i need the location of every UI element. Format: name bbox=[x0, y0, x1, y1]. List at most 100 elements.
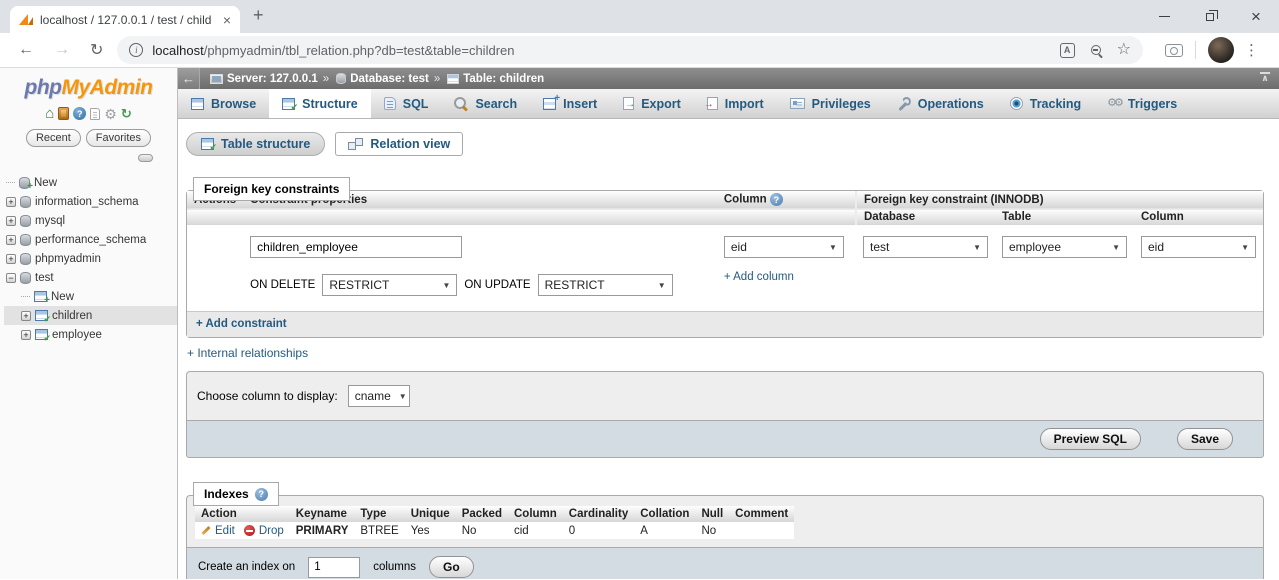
idx-header-keyname: Keyname bbox=[290, 506, 355, 522]
tab-search[interactable]: Search bbox=[441, 89, 530, 118]
browser-tab-strip: localhost / 127.0.0.1 / test / child × +… bbox=[0, 0, 1279, 33]
fk-column-select[interactable]: eid bbox=[1141, 236, 1256, 258]
tab-tracking[interactable]: Tracking bbox=[997, 89, 1094, 118]
tab-privileges[interactable]: Privileges bbox=[777, 89, 884, 118]
reload-button[interactable]: ↻ bbox=[90, 40, 103, 60]
index-columns-count-input[interactable] bbox=[308, 557, 360, 578]
expand-icon[interactable]: + bbox=[21, 330, 31, 340]
site-info-icon[interactable]: i bbox=[129, 43, 143, 57]
pma-logo[interactable]: phpMyAdmin bbox=[0, 68, 177, 100]
table-structure-button[interactable]: Table structure bbox=[186, 132, 325, 156]
constraint-name-input[interactable] bbox=[250, 236, 462, 258]
logout-icon[interactable] bbox=[58, 107, 69, 120]
tree-item-phpmyadmin[interactable]: + phpmyadmin bbox=[4, 249, 177, 268]
help-icon[interactable]: ? bbox=[255, 488, 268, 501]
breadcrumb-database[interactable]: Database: test bbox=[350, 73, 429, 85]
docs-icon[interactable] bbox=[90, 108, 100, 120]
breadcrumb-back-icon[interactable]: ← bbox=[178, 68, 200, 89]
collapse-panel-icon[interactable]: ∧ bbox=[1260, 72, 1270, 82]
display-column-label: Choose column to display: bbox=[197, 389, 338, 403]
add-column-link[interactable]: + Add column bbox=[724, 271, 849, 283]
on-update-select[interactable]: RESTRICT bbox=[538, 274, 673, 296]
help-icon[interactable]: ? bbox=[770, 193, 783, 206]
tab-export[interactable]: Export bbox=[610, 89, 694, 118]
triggers-gears-icon: ⚙⚙ bbox=[1107, 98, 1121, 109]
pma-main: ← Server: 127.0.0.1 » Database: test » T… bbox=[178, 68, 1279, 579]
tab-close-icon[interactable]: × bbox=[223, 12, 231, 28]
address-bar[interactable]: i localhost/phpmyadmin/tbl_relation.php?… bbox=[117, 36, 1143, 64]
tree-item-mysql[interactable]: + mysql bbox=[4, 211, 177, 230]
tree-item-test[interactable]: − test bbox=[4, 268, 177, 287]
tree-item-children[interactable]: + children bbox=[4, 306, 177, 325]
expand-icon[interactable]: + bbox=[6, 197, 16, 207]
url-path: /phpmyadmin/tbl_relation.php?db=test&tab… bbox=[204, 43, 515, 58]
back-button[interactable]: ← bbox=[18, 41, 34, 59]
add-constraint-link[interactable]: + Add constraint bbox=[196, 318, 287, 330]
display-column-select[interactable]: cname bbox=[348, 385, 410, 407]
internal-relationships-link[interactable]: + Internal relationships bbox=[187, 346, 1264, 360]
tree-item-employee[interactable]: + employee bbox=[4, 325, 177, 344]
breadcrumb-table[interactable]: Table: children bbox=[463, 73, 544, 85]
forward-button[interactable]: → bbox=[54, 41, 70, 59]
expand-icon[interactable]: + bbox=[6, 235, 16, 245]
minimize-button[interactable] bbox=[1141, 0, 1187, 33]
new-database-icon bbox=[19, 177, 30, 189]
expand-icon[interactable]: + bbox=[21, 311, 31, 321]
save-button[interactable]: Save bbox=[1177, 428, 1233, 450]
collapse-icon[interactable]: − bbox=[6, 273, 16, 283]
breadcrumb-server[interactable]: Server: 127.0.0.1 bbox=[227, 73, 318, 85]
tab-browse[interactable]: Browse bbox=[178, 89, 269, 118]
server-icon bbox=[210, 74, 223, 84]
indexes-table: Action Keyname Type Unique Packed Column… bbox=[195, 506, 794, 539]
database-icon bbox=[20, 272, 31, 284]
tab-triggers[interactable]: ⚙⚙Triggers bbox=[1094, 89, 1190, 118]
tab-import[interactable]: Import bbox=[694, 89, 777, 118]
drop-index-link[interactable]: Drop bbox=[244, 525, 284, 537]
fk-table-select[interactable]: employee bbox=[1002, 236, 1127, 258]
edit-index-link[interactable]: Edit bbox=[201, 525, 235, 537]
columns-label: columns bbox=[373, 561, 416, 573]
on-delete-select[interactable]: RESTRICT bbox=[322, 274, 457, 296]
tab-operations[interactable]: Operations bbox=[884, 89, 997, 118]
translate-icon[interactable]: A bbox=[1060, 43, 1075, 58]
new-tab-button[interactable]: + bbox=[253, 5, 264, 26]
tree-item-new-table[interactable]: New bbox=[4, 287, 177, 306]
home-icon[interactable]: ⌂ bbox=[45, 106, 54, 121]
drop-icon bbox=[244, 525, 255, 536]
insert-icon bbox=[543, 98, 556, 110]
help-icon[interactable]: ? bbox=[73, 107, 86, 120]
browser-tab[interactable]: localhost / 127.0.0.1 / test / child × bbox=[10, 6, 240, 33]
page-selector-icon[interactable] bbox=[138, 154, 153, 162]
tab-structure[interactable]: Structure bbox=[269, 89, 371, 118]
close-button[interactable]: × bbox=[1233, 0, 1279, 33]
fk-database-select[interactable]: test bbox=[863, 236, 988, 258]
relation-view-button[interactable]: Relation view bbox=[335, 132, 463, 156]
tab-insert[interactable]: Insert bbox=[530, 89, 610, 118]
favorites-button[interactable]: Favorites bbox=[86, 129, 151, 147]
table-icon bbox=[447, 74, 459, 84]
export-icon bbox=[623, 97, 634, 110]
column-select[interactable]: eid bbox=[724, 236, 844, 258]
database-icon bbox=[20, 234, 31, 246]
preview-sql-button[interactable]: Preview SQL bbox=[1040, 428, 1141, 450]
browser-menu-icon[interactable]: ⋮ bbox=[1244, 41, 1259, 59]
expand-icon[interactable]: + bbox=[6, 216, 16, 226]
col-header-column: Column ? bbox=[717, 191, 856, 209]
idx-header-action: Action bbox=[195, 506, 290, 522]
browser-toolbar: ← → ↻ i localhost/phpmyadmin/tbl_relatio… bbox=[0, 33, 1279, 68]
tab-sql[interactable]: SQL bbox=[371, 89, 442, 118]
bookmark-star-icon[interactable]: ☆ bbox=[1117, 42, 1131, 58]
reload-navigation-icon[interactable]: ↻ bbox=[121, 107, 132, 120]
restore-button[interactable] bbox=[1187, 0, 1233, 33]
profile-avatar[interactable] bbox=[1208, 37, 1234, 63]
zoom-icon[interactable] bbox=[1091, 45, 1101, 55]
go-button[interactable]: Go bbox=[429, 556, 474, 578]
recent-button[interactable]: Recent bbox=[26, 129, 81, 147]
tree-item-performance-schema[interactable]: + performance_schema bbox=[4, 230, 177, 249]
tree-item-information-schema[interactable]: + information_schema bbox=[4, 192, 177, 211]
settings-gear-icon[interactable]: ⚙ bbox=[104, 107, 117, 121]
indexes-legend: Indexes? bbox=[193, 482, 279, 506]
expand-icon[interactable]: + bbox=[6, 254, 16, 264]
tree-item-new-database[interactable]: New bbox=[4, 173, 177, 192]
camera-extension-icon[interactable] bbox=[1165, 44, 1183, 57]
